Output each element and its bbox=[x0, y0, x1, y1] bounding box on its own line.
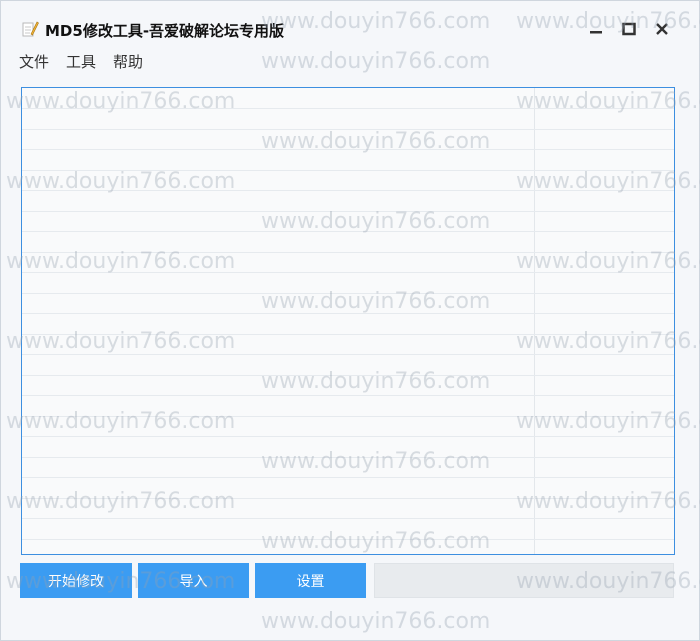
list-row-line bbox=[22, 416, 674, 417]
maximize-button[interactable] bbox=[616, 17, 642, 43]
minimize-button[interactable] bbox=[583, 17, 609, 43]
watermark-text: www.douyin766.com bbox=[261, 609, 491, 634]
list-row-line bbox=[22, 498, 674, 499]
menu-help[interactable]: 帮助 bbox=[113, 51, 143, 73]
list-row-line bbox=[22, 477, 674, 478]
list-row-line bbox=[22, 457, 674, 458]
title-bar[interactable]: MD5修改工具-吾爱破解论坛专用版 bbox=[1, 1, 699, 45]
column-separator bbox=[534, 88, 535, 554]
app-window: MD5修改工具-吾爱破解论坛专用版 文件 工具 帮助 开始修改 导入 设置 ww… bbox=[0, 0, 700, 641]
menu-bar: 文件 工具 帮助 bbox=[19, 51, 160, 73]
list-row-line bbox=[22, 354, 674, 355]
list-row-line bbox=[22, 108, 674, 109]
start-modify-button[interactable]: 开始修改 bbox=[20, 563, 132, 598]
maximize-icon bbox=[622, 21, 636, 40]
list-row-line bbox=[22, 272, 674, 273]
menu-file[interactable]: 文件 bbox=[19, 51, 49, 73]
list-row-line bbox=[22, 129, 674, 130]
status-field bbox=[374, 563, 674, 598]
close-icon bbox=[655, 21, 669, 40]
list-row-line bbox=[22, 395, 674, 396]
settings-button[interactable]: 设置 bbox=[255, 563, 366, 598]
list-row-line bbox=[22, 334, 674, 335]
menu-tools[interactable]: 工具 bbox=[66, 51, 96, 73]
minimize-icon bbox=[589, 21, 603, 40]
list-row-line bbox=[22, 436, 674, 437]
list-row-line bbox=[22, 293, 674, 294]
close-button[interactable] bbox=[649, 17, 675, 43]
list-row-line bbox=[22, 518, 674, 519]
list-row-line bbox=[22, 190, 674, 191]
list-row-line bbox=[22, 211, 674, 212]
list-row-line bbox=[22, 170, 674, 171]
list-row-line bbox=[22, 252, 674, 253]
list-row-line bbox=[22, 313, 674, 314]
list-row-line bbox=[22, 149, 674, 150]
list-row-line bbox=[22, 375, 674, 376]
file-list[interactable] bbox=[21, 87, 675, 555]
notepad-icon bbox=[21, 20, 39, 38]
list-row-line bbox=[22, 539, 674, 540]
list-row-line bbox=[22, 231, 674, 232]
watermark-text: www.douyin766.com bbox=[261, 49, 491, 74]
import-button[interactable]: 导入 bbox=[138, 563, 249, 598]
window-title: MD5修改工具-吾爱破解论坛专用版 bbox=[45, 22, 285, 40]
